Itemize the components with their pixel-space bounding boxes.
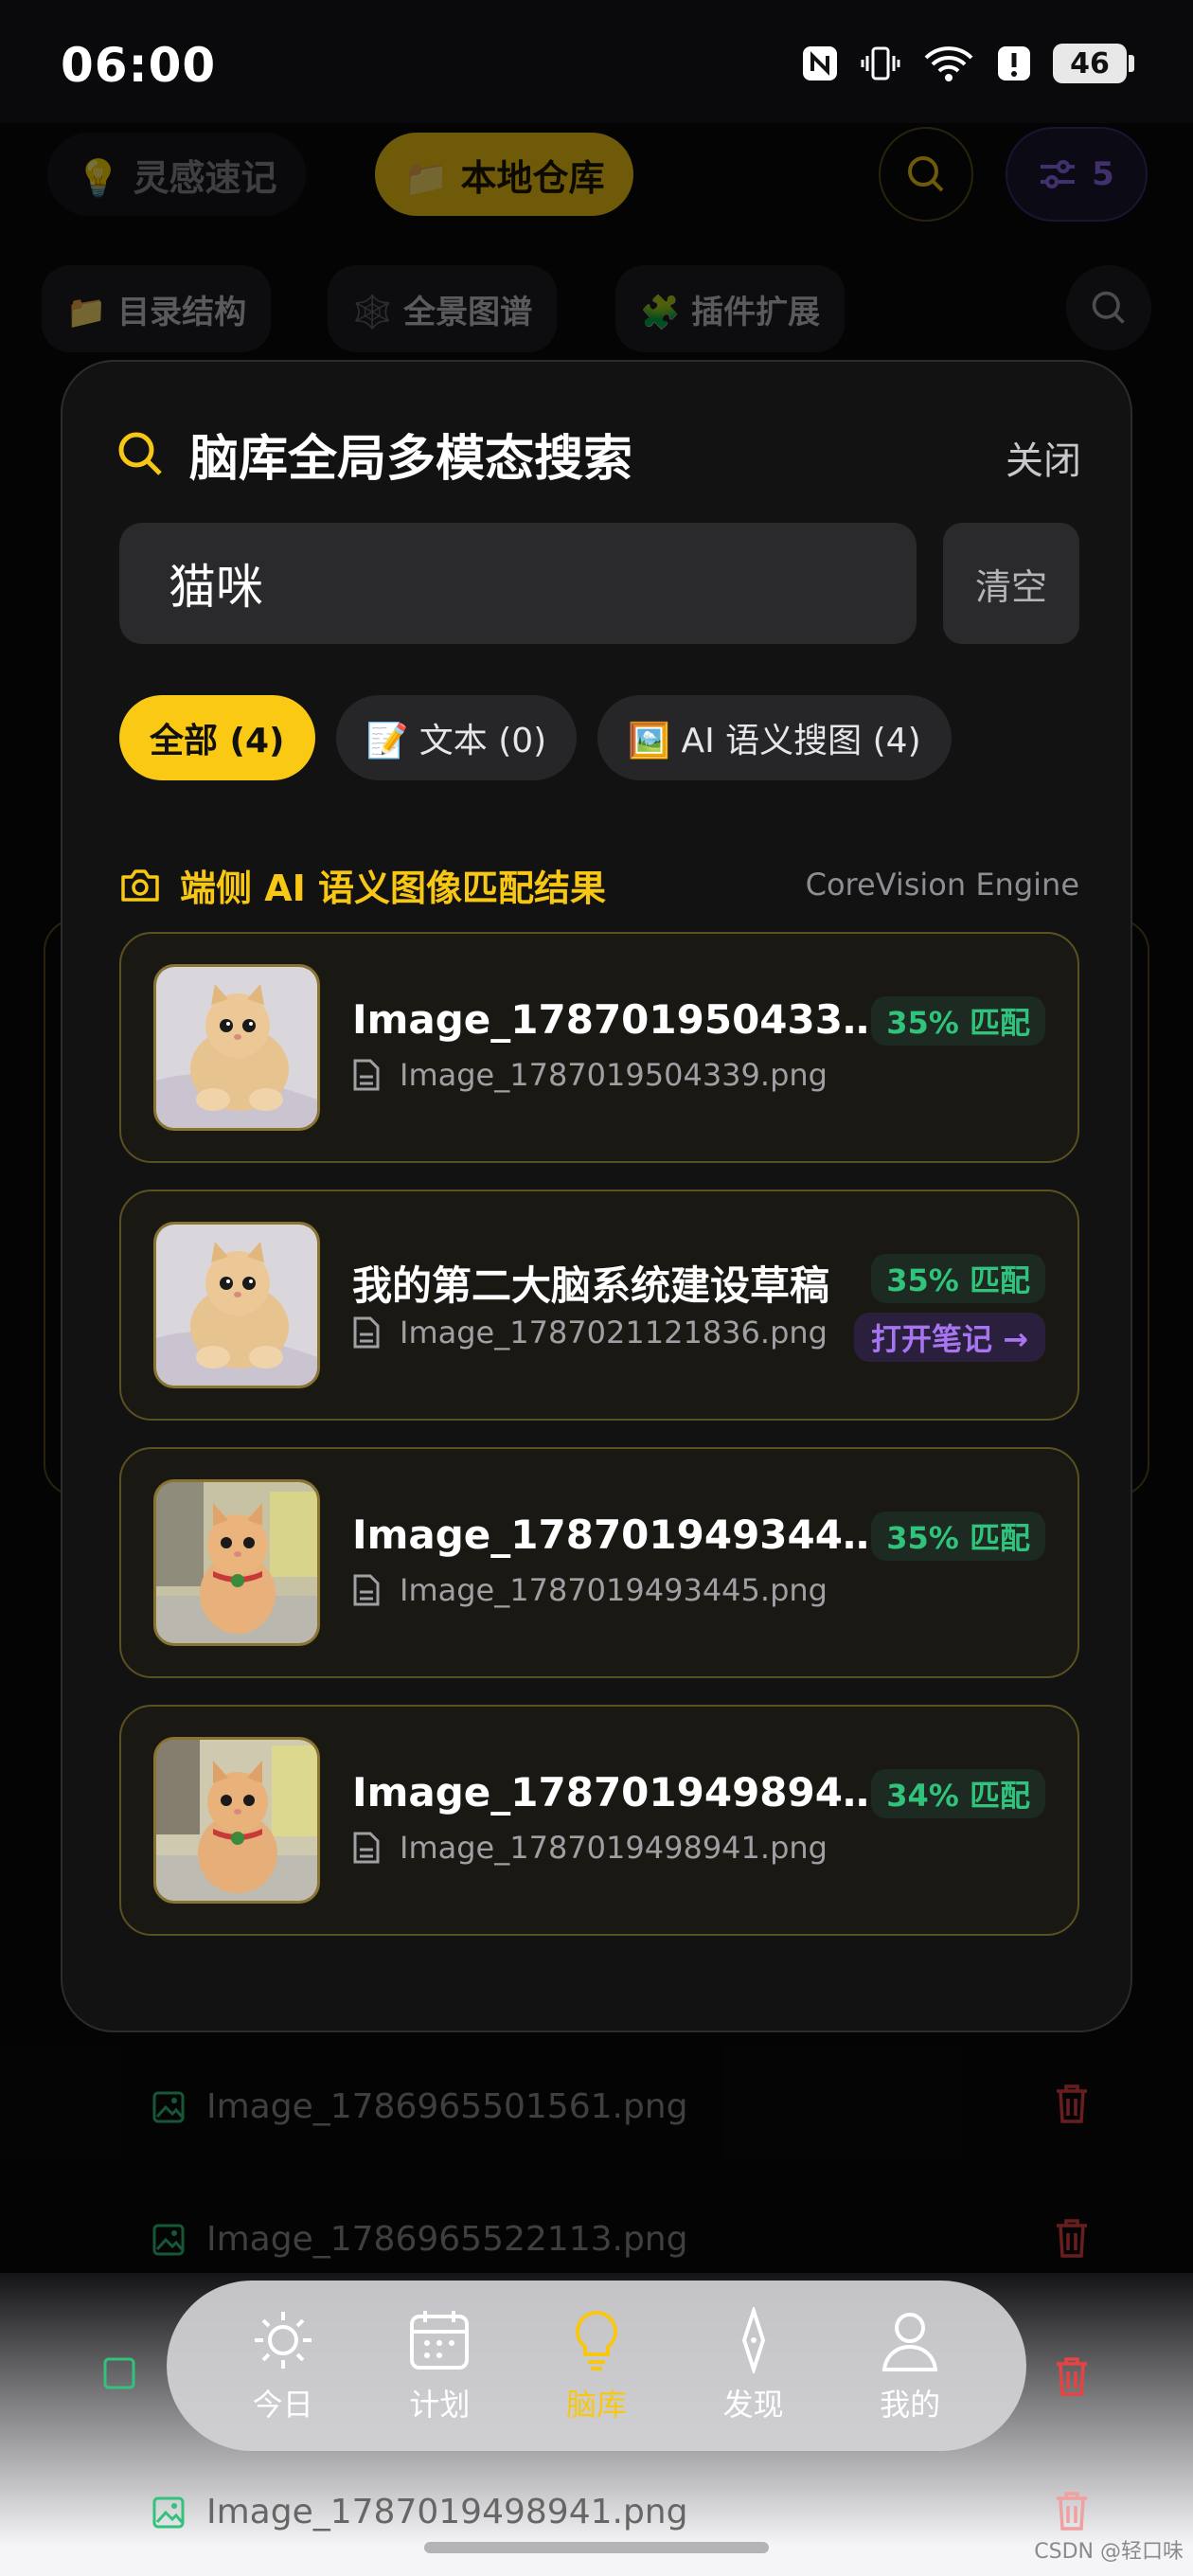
result-title: Image_1787019498941.png [352,1769,882,1816]
bottom-nav: 今日 计划 脑库 发现 我的 [167,2281,1026,2451]
calendar-icon [410,2311,470,2370]
nav-plan[interactable]: 计划 [373,2307,506,2424]
open-note-button[interactable]: 打开笔记 → [854,1313,1045,1362]
modal-header: 脑库全局多模态搜索 关闭 [116,420,1081,488]
alert-icon [998,46,1030,80]
result-thumbnail [153,1479,320,1646]
search-input[interactable]: 猫咪 [119,523,917,644]
trash-icon[interactable] [1053,2489,1091,2532]
close-button[interactable]: 关闭 [1006,430,1081,485]
result-thumbnail [153,964,320,1131]
file-row[interactable]: Image_1787019498941.png [151,2493,687,2531]
chip-directory[interactable]: 📁 目录结构 [42,265,272,352]
result-file: Image_1787019493445.png [352,1572,828,1608]
file-icon [353,1316,380,1349]
home-indicator[interactable] [424,2542,769,2553]
trash-icon[interactable] [1053,2082,1091,2125]
result-title: Image_1787019493445.png [352,1512,882,1558]
user-icon [881,2313,938,2371]
image-icon [103,2357,135,2389]
search-icon [908,156,944,192]
search-icon [1092,291,1125,324]
result-title: Image_1787019504339.png [352,996,882,1043]
search-modal: 脑库全局多模态搜索 关闭 猫咪 清空 全部 (4) 📝 文本 (0) 🖼️ AI… [61,360,1132,2032]
file-row[interactable]: Image_1786965522113.png [151,2220,687,2259]
nav-brain[interactable]: 脑库 [530,2307,663,2424]
result-title: 我的第二大脑系统建设草稿 [352,1262,830,1309]
engine-label: CoreVision Engine [805,867,1079,903]
nav-today[interactable]: 今日 [217,2307,349,2424]
filter-tabs: 全部 (4) 📝 文本 (0) 🖼️ AI 语义搜图 (4) [119,695,952,780]
compass-icon [741,2307,765,2373]
result-file: Image_1787019498941.png [352,1830,828,1866]
match-badge: 35% 匹配 [871,1512,1045,1561]
cat-image [156,1225,317,1386]
search-button-secondary[interactable] [1066,265,1151,350]
filter-ai-image[interactable]: 🖼️ AI 语义搜图 (4) [597,695,952,780]
cat-image [156,1482,317,1643]
cat-image [156,1740,317,1901]
result-card[interactable]: Image_1787019504339.png Image_1787019504… [119,932,1079,1163]
tab-local-repo[interactable]: 📁 本地仓库 [375,133,633,216]
match-badge: 34% 匹配 [871,1769,1045,1818]
wifi-icon [924,46,973,81]
filter-count: 5 [1092,155,1114,193]
modal-title: 脑库全局多模态搜索 [189,430,633,488]
trash-icon[interactable] [1053,2216,1091,2260]
result-card[interactable]: Image_1787019498941.png Image_1787019498… [119,1705,1079,1936]
vibrate-icon [861,46,900,80]
match-badge: 35% 匹配 [871,996,1045,1046]
chip-plugins[interactable]: 🧩 插件扩展 [615,265,846,352]
file-icon [353,1574,380,1606]
cat-image [156,967,317,1128]
file-row[interactable]: Image_1786965501561.png [151,2087,687,2126]
filter-text[interactable]: 📝 文本 (0) [335,695,578,780]
section-title: 端侧 AI 语义图像匹配结果 [180,867,607,909]
file-icon [353,1059,380,1091]
result-thumbnail [153,1222,320,1388]
lightbulb-icon [575,2310,617,2370]
match-badge: 35% 匹配 [871,1254,1045,1303]
nav-me[interactable]: 我的 [844,2307,976,2424]
file-icon [353,1832,380,1864]
camera-icon [121,869,159,902]
sliders-icon [1041,160,1076,188]
result-file: Image_1787021121836.png [352,1315,828,1351]
search-icon [118,432,162,475]
battery-icon: 46 [1053,44,1134,83]
status-icons: 46 [801,44,1134,83]
status-bar: 06:00 46 [0,0,1193,123]
section-header: 端侧 AI 语义图像匹配结果 CoreVision Engine [119,858,1079,911]
tab-inspiration[interactable]: 💡 灵感速记 [47,133,306,216]
image-icon [152,2224,185,2255]
search-button[interactable] [879,127,973,222]
status-time: 06:00 [61,38,217,93]
filter-button[interactable]: 5 [1006,127,1148,222]
result-file: Image_1787019504339.png [352,1057,828,1093]
result-card[interactable]: 我的第二大脑系统建设草稿 Image_1787021121836.png 35%… [119,1190,1079,1421]
watermark: CSDN @轻口味 [1034,2540,1184,2564]
nav-discover[interactable]: 发现 [687,2307,820,2424]
clear-button[interactable]: 清空 [943,523,1079,644]
trash-icon[interactable] [1053,2354,1091,2398]
filter-all[interactable]: 全部 (4) [119,695,315,780]
image-icon [152,2496,185,2528]
sun-icon [254,2312,312,2369]
image-icon [152,2091,185,2122]
nfc-icon [803,46,837,80]
result-thumbnail [153,1737,320,1904]
chip-graph[interactable]: 🕸️ 全景图谱 [328,265,558,352]
result-card[interactable]: Image_1787019493445.png Image_1787019493… [119,1447,1079,1678]
